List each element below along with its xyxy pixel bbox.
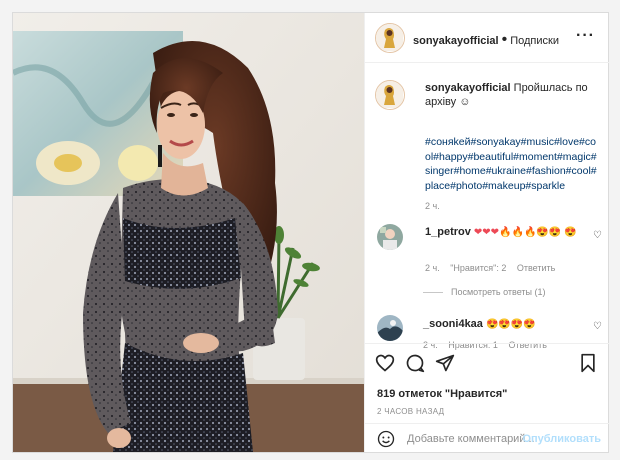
post-timestamp: 2 ЧАСОВ НАЗАД <box>377 407 445 416</box>
comment-1-text: ❤❤❤🔥🔥🔥😍😍 😍 <box>473 227 577 238</box>
author-avatar-image <box>376 24 403 51</box>
comment-1: 1_petrov ❤❤❤🔥🔥🔥😍😍 😍 <box>425 225 585 240</box>
comment-2-text: 😍😍😍😍 <box>485 319 536 330</box>
follow-button[interactable]: Подписки <box>510 35 559 47</box>
comment-1-meta: 2 ч. "Нравится": 2 Ответить <box>425 263 563 273</box>
separator-dot: • <box>501 31 508 48</box>
comment-1-reply-button[interactable]: Ответить <box>517 263 555 273</box>
share-icon-svg <box>435 354 455 372</box>
caption-username[interactable]: sonyakayofficial <box>425 82 511 94</box>
comment-avatar-image <box>377 224 403 250</box>
caption-avatar-image <box>376 81 403 108</box>
comment-1-username[interactable]: 1_petrov <box>425 226 471 238</box>
comment-1-like-icon[interactable]: ♡ <box>593 230 602 241</box>
author-avatar[interactable] <box>375 23 405 53</box>
post-header: sonyakayofficial • Подписки ··· <box>365 13 609 63</box>
caption-time: 2 ч. <box>425 201 440 211</box>
like-heart-icon[interactable] <box>375 353 395 378</box>
instagram-post: sonyakayofficial • Подписки ··· sonyakayof… <box>12 12 609 453</box>
comment-1-likes[interactable]: "Нравится": 2 <box>450 263 506 273</box>
comment-avatar[interactable] <box>377 224 403 250</box>
comment-1-time: 2 ч. <box>425 263 440 273</box>
view-replies-button[interactable]: Посмотреть ответы (1) <box>423 287 546 297</box>
comment-2: _sooni4kaa 😍😍😍😍 <box>423 317 583 332</box>
replies-divider <box>423 292 443 294</box>
comment-2-username[interactable]: _sooni4kaa <box>423 318 483 330</box>
author-username[interactable]: sonyakayofficial <box>413 35 499 47</box>
save-bookmark-icon[interactable] <box>579 353 597 378</box>
comment-2-like-icon[interactable]: ♡ <box>593 321 602 332</box>
save-bookmark-icon-svg <box>581 353 595 373</box>
comment-avatar[interactable] <box>377 315 403 341</box>
caption-hashtags[interactable]: #соняkей#sonyakay#music#love#cool#happy#… <box>425 135 601 193</box>
comment-avatar-image <box>377 315 403 341</box>
post-actions: 819 отметок "Нравится" 2 ЧАСОВ НАЗАД Опу… <box>365 343 609 453</box>
emoji-smile-icon-svg <box>377 430 395 448</box>
share-icon[interactable] <box>435 353 455 378</box>
view-replies-label: Посмотреть ответы (1) <box>451 287 546 297</box>
emoji-smile-icon[interactable] <box>377 430 395 453</box>
caption-avatar[interactable] <box>375 80 405 110</box>
more-options-icon[interactable]: ··· <box>576 27 595 45</box>
comment-icon-svg <box>406 354 425 373</box>
comment-icon[interactable] <box>405 353 425 378</box>
header-line: sonyakayofficial • Подписки <box>413 31 559 49</box>
post-photo[interactable] <box>13 13 364 452</box>
likes-count[interactable]: 819 отметок "Нравится" <box>377 388 507 400</box>
post-photo-image <box>13 13 364 452</box>
caption-text: sonyakayofficial Пройшлась по архіву ☺ <box>425 81 601 109</box>
post-panel: sonyakayofficial • Подписки ··· sonyakayof… <box>364 13 609 453</box>
publish-button[interactable]: Опубликовать <box>522 433 601 445</box>
add-comment-bar: Опубликовать <box>365 423 609 453</box>
like-heart-icon-svg <box>375 354 395 372</box>
